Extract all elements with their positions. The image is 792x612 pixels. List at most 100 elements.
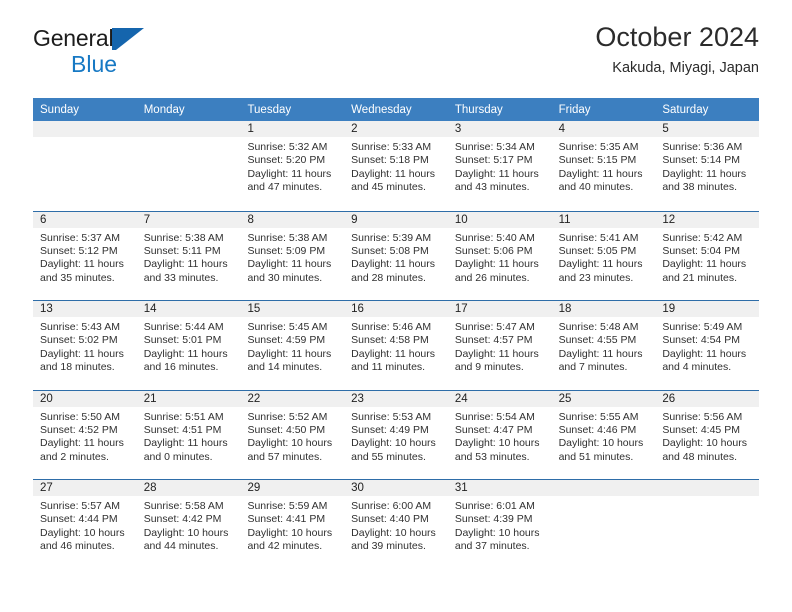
sunrise-time: Sunrise: 5:52 AM <box>247 410 328 423</box>
day-number: 16 <box>351 303 364 315</box>
daylight-duration-line-2: and 47 minutes. <box>247 181 323 194</box>
daylight-duration-line-2: and 38 minutes. <box>662 181 738 194</box>
calendar-day-cell[interactable]: 10 Sunrise: 5:40 AM Sunset: 5:06 PM Dayligh… <box>447 211 552 300</box>
sunset-time: Sunset: 4:52 PM <box>40 423 118 436</box>
sunset-time: Sunset: 5:11 PM <box>143 244 221 257</box>
daylight-duration-line-1: Daylight: 11 hours <box>558 258 643 271</box>
calendar-day-cell[interactable]: 23 Sunrise: 5:53 AM Sunset: 4:49 PM Dayligh… <box>344 390 448 479</box>
calendar-day-cell[interactable]: 30 Sunrise: 6:00 AM Sunset: 4:40 PM Dayligh… <box>344 480 448 569</box>
day-number-band: 28 <box>136 480 241 496</box>
sunset-time: Sunset: 5:04 PM <box>662 244 740 257</box>
weekday-header-saturday: Saturday <box>662 104 709 116</box>
sunset-time: Sunset: 5:08 PM <box>351 244 429 257</box>
calendar-day-cell[interactable]: 11 Sunrise: 5:41 AM Sunset: 5:05 PM Dayligh… <box>551 211 656 300</box>
page-subtitle: Kakuda, Miyagi, Japan <box>612 60 759 77</box>
day-number: 2 <box>351 123 358 135</box>
calendar-week-row: 27 Sunrise: 5:57 AM Sunset: 4:44 PM Dayligh… <box>33 479 760 569</box>
day-number: 23 <box>351 392 364 405</box>
day-number: 28 <box>143 482 157 494</box>
sunrise-time: Sunrise: 5:59 AM <box>247 500 328 512</box>
sunset-time: Sunset: 4:39 PM <box>454 513 533 526</box>
calendar-day-cell[interactable]: 6 Sunrise: 5:37 AM Sunset: 5:12 PM Daylight… <box>33 211 137 300</box>
day-number-band: 20 <box>33 390 137 407</box>
calendar-day-cell[interactable]: 20 Sunrise: 5:50 AM Sunset: 4:52 PM Dayligh… <box>33 390 137 479</box>
daylight-duration-line-1: Daylight: 11 hours <box>351 347 436 360</box>
day-details: Sunrise: 5:53 AM Sunset: 4:49 PM Daylight:… <box>344 407 448 465</box>
calendar-day-cell[interactable]: 4 Sunrise: 5:35 AM Sunset: 5:15 PM Daylight… <box>551 121 656 211</box>
sunset-time: Sunset: 4:57 PM <box>454 334 533 347</box>
day-number-band: 30 <box>344 480 448 496</box>
calendar-day-cell[interactable]: 25 Sunrise: 5:55 AM Sunset: 4:46 PM Dayligh… <box>551 390 656 479</box>
sunset-time: Sunset: 4:58 PM <box>351 334 429 347</box>
daylight-duration-line-1: Daylight: 10 hours <box>662 437 747 450</box>
day-number: 15 <box>247 303 261 315</box>
sunset-time: Sunset: 4:49 PM <box>351 423 429 436</box>
daylight-duration-line-2: and 44 minutes. <box>143 540 219 553</box>
calendar-day-cell[interactable]: 22 Sunrise: 5:52 AM Sunset: 4:50 PM Dayligh… <box>240 390 345 479</box>
day-number: 14 <box>143 303 157 315</box>
day-number-band <box>551 480 656 496</box>
calendar-day-cell[interactable]: 1 Sunrise: 5:32 AM Sunset: 5:20 PM Daylight… <box>240 121 345 211</box>
calendar-day-cell[interactable]: 31 Sunrise: 6:01 AM Sunset: 4:39 PM Dayligh… <box>447 480 552 569</box>
daylight-duration-line-2: and 23 minutes. <box>558 271 634 284</box>
calendar-day-cell[interactable]: 24 Sunrise: 5:54 AM Sunset: 4:47 PM Dayligh… <box>447 390 552 479</box>
day-details: Sunrise: 5:44 AM Sunset: 5:01 PM Daylight:… <box>137 317 241 375</box>
sunrise-time: Sunrise: 5:42 AM <box>662 231 743 244</box>
day-details: Sunrise: 5:46 AM Sunset: 4:58 PM Daylight:… <box>344 317 448 375</box>
calendar-day-cell[interactable]: 19 Sunrise: 5:49 AM Sunset: 4:54 PM Dayligh… <box>655 301 760 390</box>
sunrise-time: Sunrise: 5:50 AM <box>40 410 120 423</box>
sunset-time: Sunset: 5:05 PM <box>558 244 637 257</box>
daylight-duration-line-1: Daylight: 10 hours <box>351 526 436 539</box>
day-details: Sunrise: 5:36 AM Sunset: 5:14 PM Daylight:… <box>655 137 759 195</box>
sunrise-time: Sunrise: 5:34 AM <box>454 141 535 153</box>
sunset-time: Sunset: 4:40 PM <box>351 513 429 526</box>
day-number-band <box>33 121 137 137</box>
calendar-day-cell[interactable]: 17 Sunrise: 5:47 AM Sunset: 4:57 PM Dayligh… <box>447 301 552 390</box>
day-number: 29 <box>247 482 261 494</box>
calendar-day-cell[interactable]: 3 Sunrise: 5:34 AM Sunset: 5:17 PM Daylight… <box>447 121 552 211</box>
calendar-day-cell[interactable]: 14 Sunrise: 5:44 AM Sunset: 5:01 PM Dayligh… <box>136 301 241 390</box>
calendar-day-cell[interactable]: 26 Sunrise: 5:56 AM Sunset: 4:45 PM Dayligh… <box>655 390 760 479</box>
sunrise-time: Sunrise: 6:00 AM <box>351 500 432 512</box>
day-number: 19 <box>662 303 676 315</box>
calendar-day-cell[interactable]: 8 Sunrise: 5:38 AM Sunset: 5:09 PM Daylight… <box>240 211 345 300</box>
day-details: Sunrise: 5:41 AM Sunset: 5:05 PM Daylight:… <box>552 228 656 286</box>
daylight-duration-line-2: and 37 minutes. <box>454 540 530 553</box>
day-number-band: 5 <box>655 121 760 137</box>
day-number: 6 <box>40 213 47 226</box>
calendar-day-cell[interactable]: 16 Sunrise: 5:46 AM Sunset: 4:58 PM Dayligh… <box>344 301 448 390</box>
calendar-day-cell[interactable]: 12 Sunrise: 5:42 AM Sunset: 5:04 PM Dayligh… <box>655 211 760 300</box>
day-details: Sunrise: 5:45 AM Sunset: 4:59 PM Daylight:… <box>240 317 344 375</box>
calendar-day-cell[interactable]: 9 Sunrise: 5:39 AM Sunset: 5:08 PM Daylight… <box>344 211 448 300</box>
day-number-band: 16 <box>344 301 448 317</box>
daylight-duration-line-2: and 53 minutes. <box>454 450 530 463</box>
calendar-day-cell[interactable]: 7 Sunrise: 5:38 AM Sunset: 5:11 PM Daylight… <box>136 211 241 300</box>
calendar-day-cell[interactable]: 13 Sunrise: 5:43 AM Sunset: 5:02 PM Dayligh… <box>33 301 137 390</box>
daylight-duration-line-2: and 14 minutes. <box>247 361 323 374</box>
calendar-day-cell[interactable]: 18 Sunrise: 5:48 AM Sunset: 4:55 PM Dayligh… <box>551 301 656 390</box>
day-details: Sunrise: 5:54 AM Sunset: 4:47 PM Daylight:… <box>448 407 552 465</box>
sunrise-time: Sunrise: 6:01 AM <box>454 500 535 512</box>
calendar-day-cell[interactable]: 5 Sunrise: 5:36 AM Sunset: 5:14 PM Daylight… <box>655 121 760 211</box>
calendar-day-cell[interactable]: 21 Sunrise: 5:51 AM Sunset: 4:51 PM Dayligh… <box>136 390 241 479</box>
daylight-duration-line-1: Daylight: 11 hours <box>454 347 539 360</box>
day-number-band: 18 <box>551 301 656 317</box>
calendar-day-cell[interactable]: 28 Sunrise: 5:58 AM Sunset: 4:42 PM Dayligh… <box>136 480 241 569</box>
calendar-day-cell[interactable]: 2 Sunrise: 5:33 AM Sunset: 5:18 PM Daylight… <box>344 121 448 211</box>
day-number: 31 <box>454 482 468 494</box>
sunrise-time: Sunrise: 5:49 AM <box>662 321 743 333</box>
daylight-duration-line-1: Daylight: 10 hours <box>143 526 229 539</box>
day-number: 30 <box>351 482 364 494</box>
calendar-day-cell[interactable]: 15 Sunrise: 5:45 AM Sunset: 4:59 PM Dayligh… <box>240 301 345 390</box>
sunrise-time: Sunrise: 5:47 AM <box>454 321 535 333</box>
calendar-day-cell[interactable]: 29 Sunrise: 5:59 AM Sunset: 4:41 PM Dayligh… <box>240 480 345 569</box>
day-details: Sunrise: 5:34 AM Sunset: 5:17 PM Daylight:… <box>448 137 552 195</box>
daylight-duration-line-1: Daylight: 11 hours <box>662 167 747 180</box>
daylight-duration-line-1: Daylight: 11 hours <box>247 347 332 360</box>
daylight-duration-line-1: Daylight: 11 hours <box>558 167 643 180</box>
weekday-header-friday: Friday <box>558 104 591 116</box>
sunset-time: Sunset: 4:55 PM <box>558 334 637 347</box>
calendar-day-cell[interactable]: 27 Sunrise: 5:57 AM Sunset: 4:44 PM Dayligh… <box>33 480 137 569</box>
daylight-duration-line-2: and 0 minutes. <box>143 450 213 463</box>
day-number: 11 <box>558 213 571 226</box>
